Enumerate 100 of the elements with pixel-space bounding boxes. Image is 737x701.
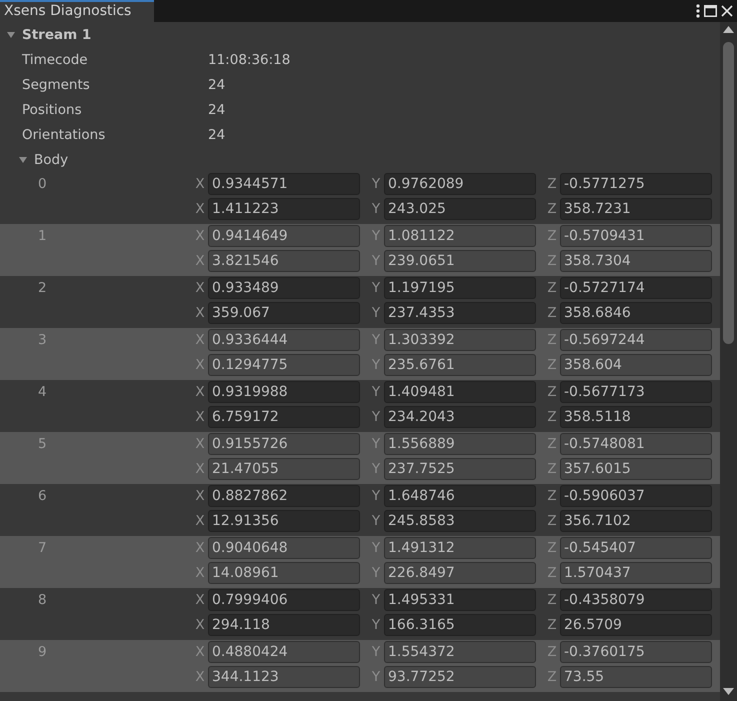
window-tab[interactable]: Xsens Diagnostics xyxy=(0,0,154,22)
axis-label: X xyxy=(194,487,206,506)
value-field[interactable]: 358.6846 xyxy=(560,302,712,324)
value-field[interactable]: 0.933489 xyxy=(208,277,360,299)
value-field[interactable]: -0.5709431 xyxy=(560,225,712,247)
value-field[interactable]: -0.5727174 xyxy=(560,277,712,299)
value-field[interactable]: 1.491312 xyxy=(384,537,536,559)
value-field[interactable]: 358.5118 xyxy=(560,406,712,428)
axis-label: Z xyxy=(546,304,558,323)
value-field[interactable]: -0.545407 xyxy=(560,537,712,559)
axis-label: Z xyxy=(546,383,558,402)
scrollbar[interactable] xyxy=(720,22,737,701)
value-field[interactable]: -0.3760175 xyxy=(560,641,712,663)
value-field[interactable]: 235.6761 xyxy=(384,354,536,376)
segment-index: 9 xyxy=(37,643,48,662)
value-field[interactable]: 3.821546 xyxy=(208,250,360,272)
value-field[interactable]: 245.8583 xyxy=(384,510,536,532)
value-field[interactable]: 226.8497 xyxy=(384,562,536,584)
value-field[interactable]: 1.197195 xyxy=(384,277,536,299)
value-field[interactable]: 1.411223 xyxy=(208,198,360,220)
value-field[interactable]: 358.7231 xyxy=(560,198,712,220)
segment-index: 2 xyxy=(37,279,48,298)
expand-arrow-icon[interactable] xyxy=(18,154,28,164)
value-field[interactable]: 237.4353 xyxy=(384,302,536,324)
value-field[interactable]: 239.0651 xyxy=(384,250,536,272)
value-field[interactable]: 6.759172 xyxy=(208,406,360,428)
property-label: Segments xyxy=(22,76,91,92)
segment-index: 8 xyxy=(37,591,48,610)
more-icon[interactable] xyxy=(696,4,700,18)
value-field[interactable]: 1.495331 xyxy=(384,589,536,611)
axis-label: X xyxy=(194,408,206,427)
value-field[interactable]: 1.303392 xyxy=(384,329,536,351)
property-value: 24 xyxy=(208,126,226,142)
value-field[interactable]: 0.9155726 xyxy=(208,433,360,455)
value-field[interactable]: 0.9319988 xyxy=(208,381,360,403)
value-field[interactable]: 294.118 xyxy=(208,614,360,636)
value-field[interactable]: 0.9336444 xyxy=(208,329,360,351)
axis-label: Z xyxy=(546,279,558,298)
stream-title: Stream 1 xyxy=(22,26,92,42)
value-field[interactable]: 234.2043 xyxy=(384,406,536,428)
axis-label: Z xyxy=(546,175,558,194)
value-field[interactable]: 21.47055 xyxy=(208,458,360,480)
value-field[interactable]: 356.7102 xyxy=(560,510,712,532)
axis-label: Y xyxy=(370,512,382,531)
axis-label: Y xyxy=(370,304,382,323)
value-field[interactable]: 0.1294775 xyxy=(208,354,360,376)
property-value: 24 xyxy=(208,102,226,118)
value-field[interactable]: 358.604 xyxy=(560,354,712,376)
value-field[interactable]: 1.554372 xyxy=(384,641,536,663)
value-field[interactable]: 0.4880424 xyxy=(208,641,360,663)
close-icon[interactable] xyxy=(721,5,733,17)
value-field[interactable]: 1.081122 xyxy=(384,225,536,247)
axis-label: X xyxy=(194,512,206,531)
value-field[interactable]: 1.648746 xyxy=(384,485,536,507)
value-field[interactable]: 26.5709 xyxy=(560,614,712,636)
value-field[interactable]: 344.1123 xyxy=(208,666,360,688)
segment-index: 7 xyxy=(37,539,48,558)
property-value: 24 xyxy=(208,76,226,92)
axis-label: X xyxy=(194,616,206,635)
expand-arrow-icon[interactable] xyxy=(6,30,16,40)
segment-index: 6 xyxy=(37,487,48,506)
value-field[interactable]: 243.025 xyxy=(384,198,536,220)
axis-label: Z xyxy=(546,616,558,635)
value-field[interactable]: 1.556889 xyxy=(384,433,536,455)
value-field[interactable]: 237.7525 xyxy=(384,458,536,480)
value-field[interactable]: 73.55 xyxy=(560,666,712,688)
value-field[interactable]: 1.409481 xyxy=(384,381,536,403)
value-field[interactable]: 0.9762089 xyxy=(384,173,536,195)
body-title: Body xyxy=(34,152,68,168)
axis-label: Y xyxy=(370,487,382,506)
axis-label: Z xyxy=(546,591,558,610)
value-field[interactable]: 359.067 xyxy=(208,302,360,324)
axis-label: Z xyxy=(546,487,558,506)
property-label: Orientations xyxy=(22,126,106,142)
scroll-up-icon[interactable] xyxy=(723,26,734,33)
value-field[interactable]: 0.8827862 xyxy=(208,485,360,507)
value-field[interactable]: 1.570437 xyxy=(560,562,712,584)
value-field[interactable]: -0.5697244 xyxy=(560,329,712,351)
value-field[interactable]: 0.9344571 xyxy=(208,173,360,195)
value-field[interactable]: 357.6015 xyxy=(560,458,712,480)
value-field[interactable]: 14.08961 xyxy=(208,562,360,584)
value-field[interactable]: 93.77252 xyxy=(384,666,536,688)
value-field[interactable]: -0.5906037 xyxy=(560,485,712,507)
value-field[interactable]: -0.4358079 xyxy=(560,589,712,611)
property-value: 11:08:36:18 xyxy=(208,52,290,68)
axis-label: X xyxy=(194,383,206,402)
maximize-icon[interactable] xyxy=(704,5,717,17)
segment-index: 5 xyxy=(37,435,48,454)
value-field[interactable]: 0.9414649 xyxy=(208,225,360,247)
value-field[interactable]: 358.7304 xyxy=(560,250,712,272)
value-field[interactable]: 0.7999406 xyxy=(208,589,360,611)
value-field[interactable]: -0.5677173 xyxy=(560,381,712,403)
value-field[interactable]: -0.5771275 xyxy=(560,173,712,195)
value-field[interactable]: 166.3165 xyxy=(384,614,536,636)
segment-index: 4 xyxy=(37,383,48,402)
scroll-thumb[interactable] xyxy=(723,42,734,344)
value-field[interactable]: 12.91356 xyxy=(208,510,360,532)
scroll-down-icon[interactable] xyxy=(723,688,734,695)
value-field[interactable]: -0.5748081 xyxy=(560,433,712,455)
value-field[interactable]: 0.9040648 xyxy=(208,537,360,559)
